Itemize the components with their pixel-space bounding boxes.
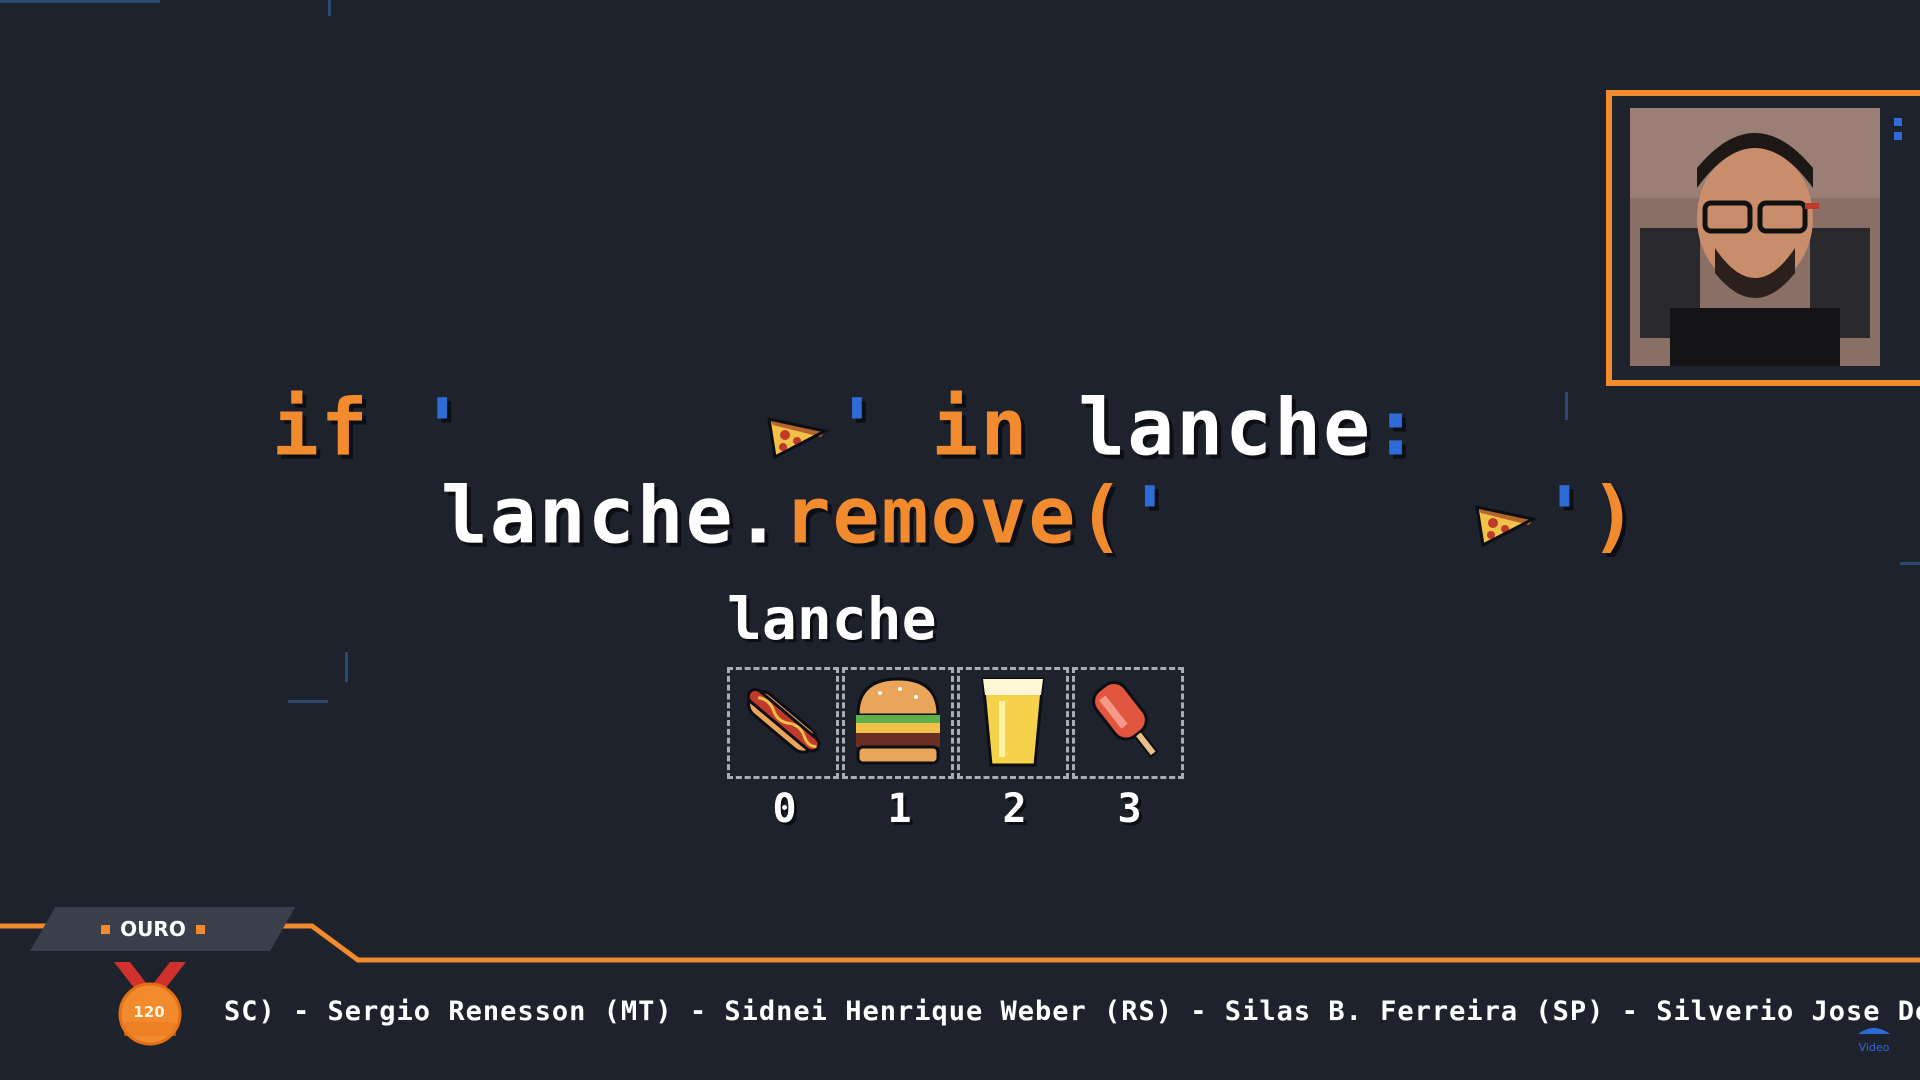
var-lanche-dot: lanche. bbox=[440, 471, 784, 562]
popsicle-icon bbox=[1080, 673, 1176, 773]
tier-label-text: OURO bbox=[120, 917, 186, 941]
webcam-deco-dots bbox=[1894, 118, 1902, 146]
quote-open: ' bbox=[1126, 471, 1176, 562]
method-remove: remove( bbox=[783, 471, 1127, 562]
array-indices: 0 1 2 3 bbox=[727, 786, 1187, 832]
array-cell bbox=[1072, 667, 1184, 779]
corner-logo-text: Video bbox=[1858, 1041, 1890, 1054]
array-cells bbox=[727, 667, 1187, 779]
supporters-ticker: SC) - Sergio Renesson (MT) - Sidnei Henr… bbox=[224, 996, 1920, 1027]
juice-icon bbox=[973, 671, 1053, 775]
hotdog-icon bbox=[735, 673, 831, 773]
medal-value: 120 bbox=[133, 1003, 165, 1021]
corner-logo: Video bbox=[1854, 1022, 1894, 1054]
array-index: 3 bbox=[1117, 786, 1142, 832]
burger-icon bbox=[848, 671, 948, 775]
video-frame: if ' ' in lanche: lanche.remove(' ') lan… bbox=[0, 0, 1920, 1080]
array-cell bbox=[727, 667, 839, 779]
decor-line bbox=[328, 0, 331, 16]
array-title: lanche bbox=[727, 585, 937, 653]
decor-line bbox=[0, 0, 160, 3]
array-cell bbox=[957, 667, 1069, 779]
tier-label: OURO bbox=[98, 914, 208, 944]
array-index: 2 bbox=[1002, 786, 1027, 832]
square-icon bbox=[195, 924, 205, 934]
paren-close: ) bbox=[1590, 471, 1639, 562]
square-icon bbox=[101, 924, 111, 934]
decor-line bbox=[1900, 562, 1920, 565]
quote-close: ' bbox=[1541, 471, 1591, 562]
array-index: 0 bbox=[772, 786, 797, 832]
array-index: 1 bbox=[887, 786, 912, 832]
webcam-feed bbox=[1630, 108, 1880, 366]
pizza-icon bbox=[1179, 386, 1538, 656]
array-cell bbox=[842, 667, 954, 779]
